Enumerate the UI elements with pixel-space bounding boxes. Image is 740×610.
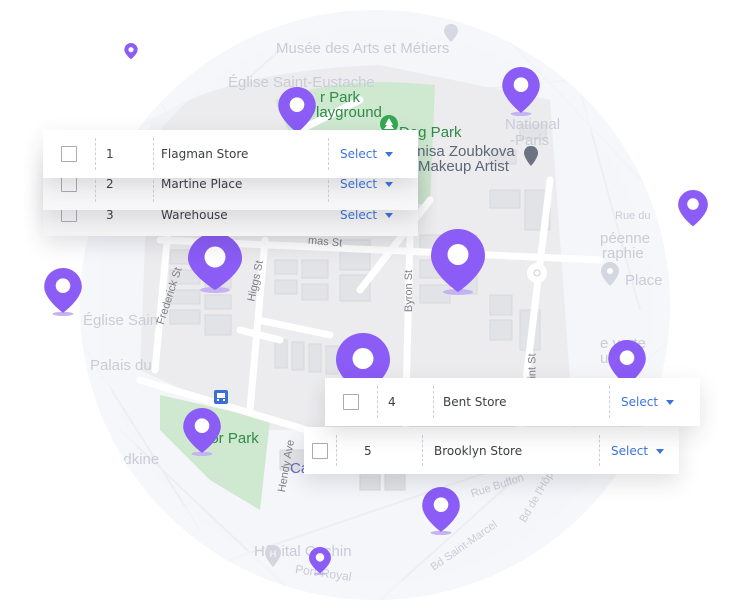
map-label-makeup-artist: Makeup Artist bbox=[418, 158, 509, 175]
row-store-name: Flagman Store bbox=[161, 147, 249, 161]
row-store-name: Brooklyn Store bbox=[434, 443, 523, 458]
row-checkbox[interactable] bbox=[61, 176, 77, 192]
roundabout bbox=[527, 263, 547, 283]
select-dropdown[interactable]: Select bbox=[611, 444, 665, 458]
camera-icon bbox=[601, 262, 619, 286]
map-pin[interactable] bbox=[678, 190, 708, 228]
store-row[interactable]: 4 Bent Store Select bbox=[325, 378, 700, 426]
map-pin[interactable] bbox=[44, 268, 82, 316]
map-label-zadkine: ée Zadkine bbox=[85, 451, 160, 468]
map-label-arr: ARR. bbox=[100, 94, 159, 115]
map-pin[interactable] bbox=[124, 43, 138, 60]
map-label-palais: Palais du bbox=[90, 357, 152, 374]
map-label-playground: layground bbox=[316, 104, 382, 121]
caret-down-icon bbox=[666, 400, 675, 405]
street-mint: int St bbox=[526, 353, 539, 379]
museum-icon bbox=[444, 24, 458, 42]
bus-stop-icon bbox=[214, 390, 228, 404]
map-pin[interactable] bbox=[502, 67, 540, 117]
select-dropdown[interactable]: Select bbox=[621, 395, 675, 409]
map-label-rue-du: Rue du bbox=[615, 210, 651, 222]
row-number: 1 bbox=[106, 147, 114, 161]
map-pin[interactable] bbox=[431, 229, 485, 295]
row-number: 3 bbox=[106, 208, 114, 222]
map-label-photographie: raphie bbox=[602, 245, 644, 262]
select-dropdown[interactable]: Select bbox=[340, 177, 394, 191]
map-label-national: National bbox=[505, 116, 561, 133]
row-checkbox[interactable] bbox=[312, 442, 328, 459]
map-label-place: Place bbox=[625, 272, 663, 289]
map-label-musee: Musée des Arts et Métiers bbox=[276, 40, 450, 57]
row-number: 4 bbox=[388, 395, 396, 409]
caret-down-icon bbox=[385, 152, 394, 157]
street-byron: Byron St bbox=[403, 269, 416, 313]
map-pin[interactable] bbox=[422, 487, 460, 535]
map-pin[interactable] bbox=[188, 233, 242, 293]
makeup-icon bbox=[524, 146, 538, 166]
row-store-name: Martine Place bbox=[161, 177, 243, 191]
map[interactable]: Musée des Arts et Métiers Église Saint-E… bbox=[80, 10, 670, 600]
row-number: 5 bbox=[364, 443, 372, 458]
row-number: 2 bbox=[106, 177, 114, 191]
row-checkbox[interactable] bbox=[61, 146, 77, 162]
row-checkbox[interactable] bbox=[343, 394, 359, 410]
map-pin[interactable] bbox=[309, 547, 331, 575]
map-label-eglise-saint: Église Sain bbox=[83, 312, 159, 329]
map-pin[interactable] bbox=[183, 408, 221, 456]
caret-down-icon bbox=[385, 213, 394, 218]
caret-down-icon bbox=[656, 448, 665, 454]
store-row[interactable]: 5 Brooklyn Store Select bbox=[304, 427, 679, 474]
store-locator-illustration: Musée des Arts et Métiers Église Saint-E… bbox=[0, 0, 740, 610]
select-dropdown[interactable]: Select bbox=[340, 147, 394, 161]
map-pin[interactable] bbox=[278, 87, 316, 135]
store-row[interactable]: 1 Flagman Store Select bbox=[43, 130, 418, 178]
svg-text:H: H bbox=[270, 549, 277, 559]
row-store-name: Warehouse bbox=[161, 208, 228, 222]
map-label-du: du bbox=[180, 535, 197, 552]
select-dropdown[interactable]: Select bbox=[340, 208, 394, 222]
caret-down-icon bbox=[385, 182, 394, 187]
row-store-name: Bent Store bbox=[443, 395, 507, 409]
hospital-icon: H bbox=[265, 545, 281, 567]
